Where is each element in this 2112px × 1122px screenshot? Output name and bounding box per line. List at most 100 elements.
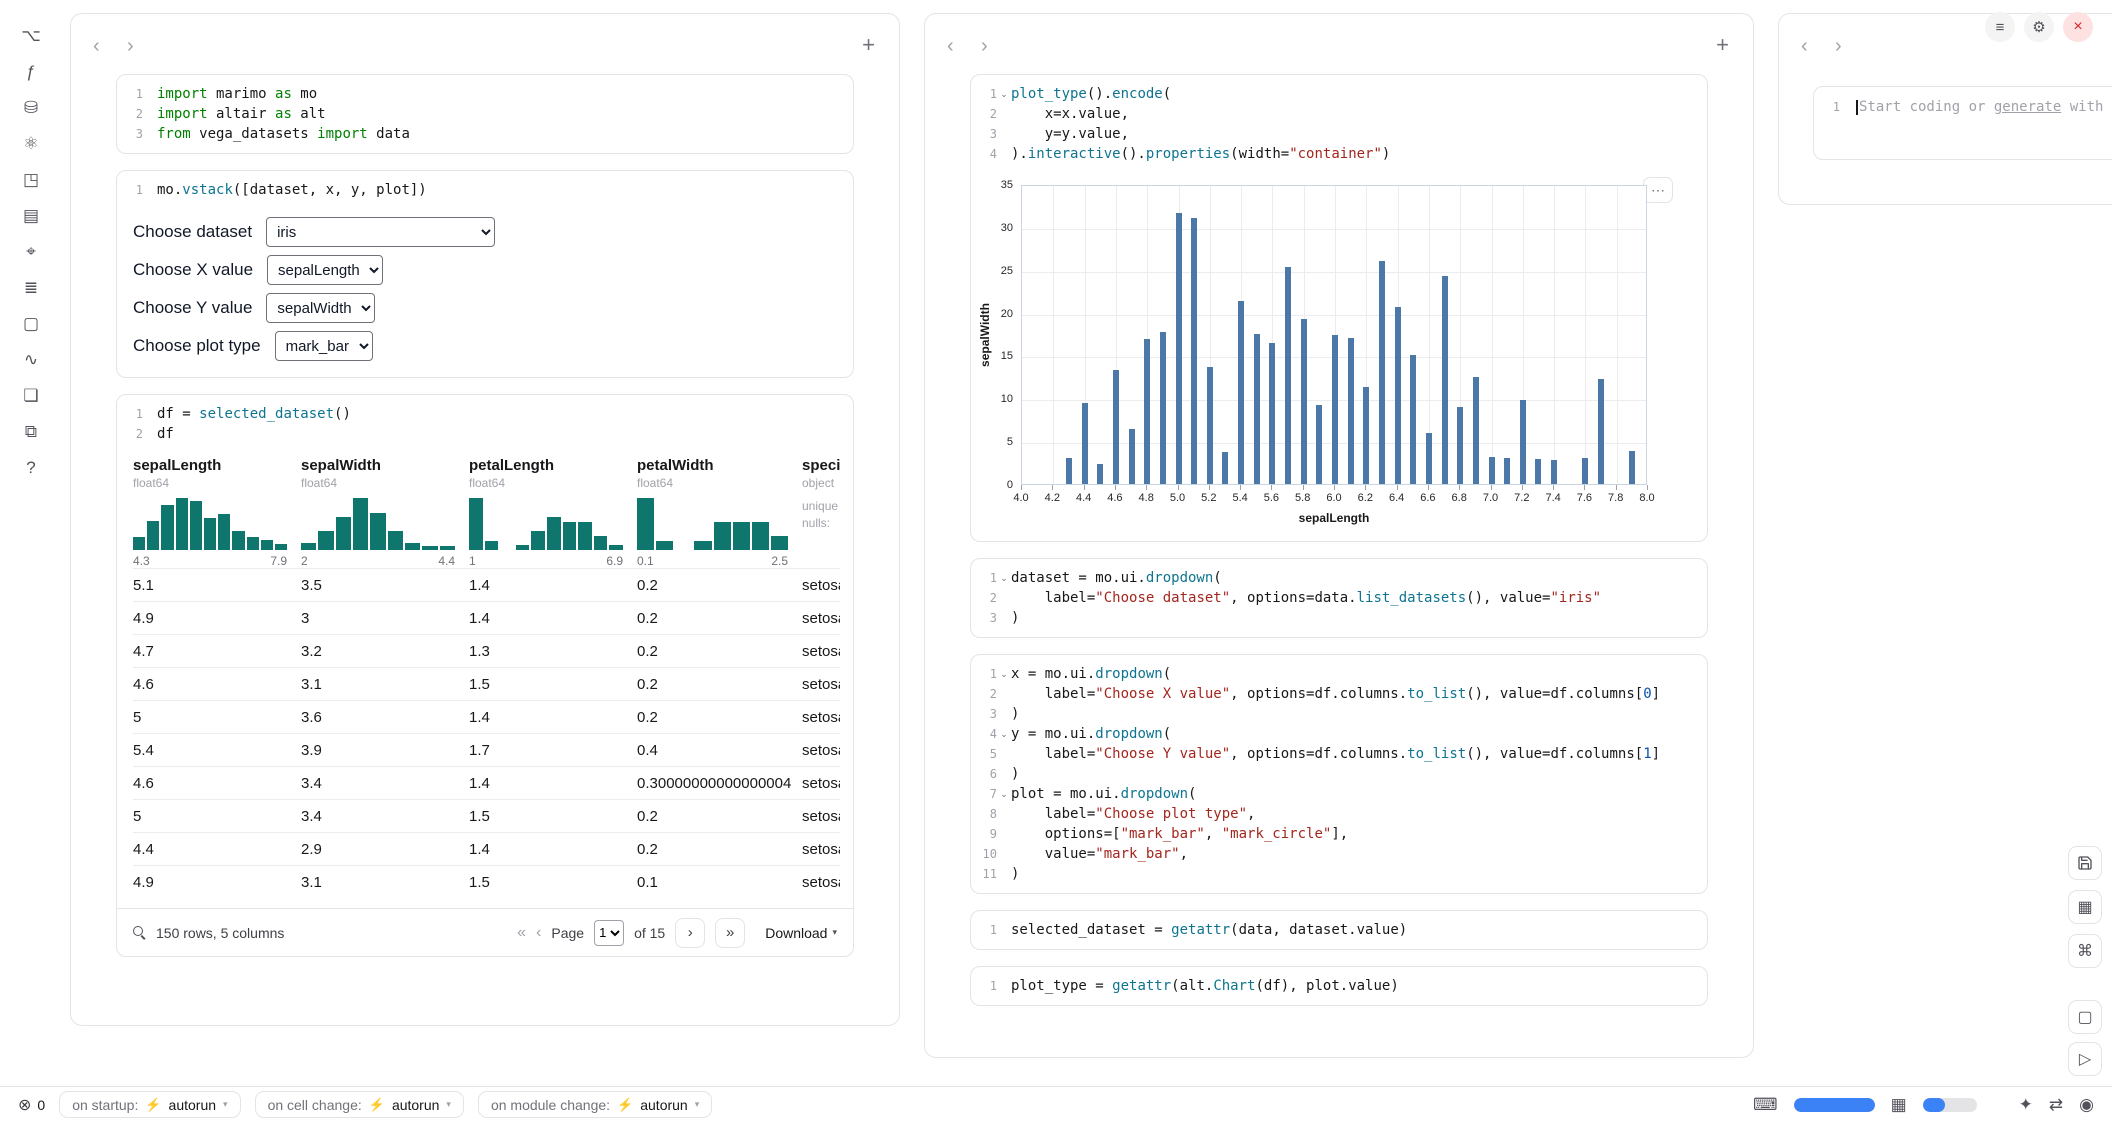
- close-icon: ×: [2073, 18, 2082, 36]
- table-row[interactable]: 4.931.40.2setosa: [133, 601, 840, 634]
- y-tick-label: 5: [971, 436, 1013, 448]
- x-tick-label: 6.6: [1420, 492, 1435, 504]
- outline-icon[interactable]: ≣: [19, 277, 43, 299]
- on-startup-chip[interactable]: on startup: ⚡ autorun ▾: [59, 1091, 240, 1118]
- code-editor[interactable]: 1import marimo as mo2import altair as al…: [117, 75, 853, 153]
- code-editor[interactable]: 1⌄x = mo.ui.dropdown(2 label="Choose X v…: [971, 655, 1707, 893]
- on-module-change-chip[interactable]: on module change: ⚡ autorun ▾: [478, 1091, 712, 1118]
- table-row[interactable]: 5.43.91.70.4setosa: [133, 733, 840, 766]
- first-page-button[interactable]: «: [517, 924, 526, 942]
- memory-chip-icon[interactable]: ▦: [1891, 1095, 1907, 1115]
- last-page-button[interactable]: »: [715, 918, 745, 948]
- x-tick-mark: [1303, 485, 1304, 490]
- datasources-icon[interactable]: ⛁: [19, 97, 43, 119]
- dropdown-select-choose-y-value[interactable]: sepalWidth: [266, 293, 375, 323]
- page-select[interactable]: 1: [594, 920, 624, 946]
- settings-button[interactable]: ⚙: [2024, 12, 2054, 42]
- chat-icon[interactable]: ❏: [19, 385, 43, 407]
- keyboard-icon[interactable]: ⌨: [1753, 1095, 1778, 1115]
- table-row[interactable]: 4.42.91.40.2setosa: [133, 832, 840, 865]
- next-page-button[interactable]: ›: [675, 918, 705, 948]
- error-count[interactable]: ⊗ 0: [18, 1095, 45, 1115]
- add-cell-button[interactable]: +: [1716, 34, 1729, 56]
- cell-dataset-dropdown[interactable]: 1⌄dataset = mo.ui.dropdown(2 label="Choo…: [970, 558, 1708, 638]
- table-row[interactable]: 4.63.11.50.2setosa: [133, 667, 840, 700]
- chevron-left-icon[interactable]: ‹: [947, 36, 954, 56]
- chart-menu-button[interactable]: ⋯: [1643, 177, 1673, 203]
- run-button[interactable]: ▷: [2068, 1042, 2102, 1076]
- fold-chevron-icon[interactable]: ⌄: [997, 789, 1011, 800]
- file-tree-icon[interactable]: ⌥: [19, 25, 43, 47]
- shutdown-button[interactable]: ×: [2063, 12, 2093, 42]
- prev-page-button[interactable]: ‹: [536, 924, 541, 942]
- cell-plot[interactable]: 1⌄plot_type().encode(2 x=x.value,3 y=y.v…: [970, 74, 1708, 542]
- cell-dataframe[interactable]: 1df = selected_dataset()2df sepalLengthf…: [116, 394, 854, 957]
- chevron-right-icon[interactable]: ›: [1835, 36, 1842, 56]
- code-editor[interactable]: 1df = selected_dataset()2df: [117, 395, 853, 453]
- fold-chevron-icon[interactable]: ⌄: [997, 729, 1011, 740]
- code-editor[interactable]: 1⌄plot_type().encode(2 x=x.value,3 y=y.v…: [971, 75, 1707, 173]
- cell-vstack[interactable]: 1mo.vstack([dataset, x, y, plot]) Choose…: [116, 170, 854, 378]
- search-icon[interactable]: [133, 926, 146, 939]
- help-icon[interactable]: ?: [19, 457, 43, 479]
- cell-plot-type[interactable]: 1plot_type = getattr(alt.Chart(df), plot…: [970, 966, 1708, 1006]
- download-button[interactable]: Download ▾: [765, 925, 837, 941]
- save-button[interactable]: [2068, 846, 2102, 880]
- table-cell: 0.2: [637, 676, 802, 693]
- tracing-icon[interactable]: ∿: [19, 349, 43, 371]
- cell-xy-plot-dropdowns[interactable]: 1⌄x = mo.ui.dropdown(2 label="Choose X v…: [970, 654, 1708, 894]
- ai-sparkle-icon[interactable]: ✦: [2019, 1095, 2033, 1115]
- code-editor[interactable]: 1mo.vstack([dataset, x, y, plot]): [117, 171, 853, 209]
- minimap-button[interactable]: ▢: [2068, 1000, 2102, 1034]
- documentation-icon[interactable]: ▢: [19, 313, 43, 335]
- chart-bar: [1551, 460, 1557, 484]
- table-row[interactable]: 5.13.51.40.2setosa: [133, 568, 840, 601]
- code-editor[interactable]: 1⌄dataset = mo.ui.dropdown(2 label="Choo…: [971, 559, 1707, 637]
- table-row[interactable]: 4.63.41.40.30000000000000004setosa: [133, 766, 840, 799]
- chart-bar: [1254, 334, 1260, 484]
- dropdown-select-choose-dataset[interactable]: iris: [266, 217, 495, 247]
- chevron-right-icon[interactable]: ›: [981, 36, 988, 56]
- power-icon[interactable]: ◉: [2079, 1095, 2094, 1115]
- fold-chevron-icon[interactable]: ⌄: [997, 669, 1011, 680]
- code-editor[interactable]: 1plot_type = getattr(alt.Chart(df), plot…: [971, 967, 1707, 1005]
- line-number: 3: [971, 707, 997, 721]
- generate-with-ai-link[interactable]: generate: [1994, 99, 2061, 115]
- chevron-right-icon[interactable]: ›: [127, 36, 134, 56]
- fold-chevron-icon[interactable]: ⌄: [997, 89, 1011, 100]
- add-cell-button[interactable]: +: [862, 34, 875, 56]
- dropdown-select-choose-plot-type[interactable]: mark_bar: [275, 331, 373, 361]
- on-cell-change-chip[interactable]: on cell change: ⚡ autorun ▾: [255, 1091, 464, 1118]
- layers-icon[interactable]: ▤: [19, 205, 43, 227]
- snippets-icon[interactable]: ⧉: [19, 421, 43, 443]
- runtime-icon[interactable]: ⌖: [19, 241, 43, 263]
- column-histogram: [637, 498, 788, 550]
- cell-selected-dataset[interactable]: 1selected_dataset = getattr(data, datase…: [970, 910, 1708, 950]
- histogram-bar: [440, 546, 455, 550]
- cell-imports[interactable]: 1import marimo as mo2import altair as al…: [116, 74, 854, 154]
- chevron-left-icon[interactable]: ‹: [93, 36, 100, 56]
- code-text: y=y.value,: [1011, 126, 1129, 142]
- table-cell: 4.6: [133, 775, 301, 792]
- table-row[interactable]: 4.93.11.50.1setosa: [133, 865, 840, 898]
- table-cell: 0.2: [637, 808, 802, 825]
- chevron-left-icon[interactable]: ‹: [1801, 36, 1808, 56]
- variables-icon[interactable]: ⚛: [19, 133, 43, 155]
- command-palette-button[interactable]: ⌘: [2068, 934, 2102, 968]
- table-row[interactable]: 4.73.21.30.2setosa: [133, 634, 840, 667]
- layout-button[interactable]: ▦: [2068, 890, 2102, 924]
- swap-icon[interactable]: ⇄: [2049, 1095, 2063, 1115]
- table-row[interactable]: 53.61.40.2setosa: [133, 700, 840, 733]
- packages-icon[interactable]: ◳: [19, 169, 43, 191]
- table-row[interactable]: 53.41.50.2setosa: [133, 799, 840, 832]
- functions-icon[interactable]: ƒ: [19, 61, 43, 83]
- code-editor[interactable]: 1selected_dataset = getattr(data, datase…: [971, 911, 1707, 949]
- code-text: x=x.value,: [1011, 106, 1129, 122]
- cell-new-empty[interactable]: 1 Start coding or generate with AI: [1813, 86, 2112, 160]
- fold-chevron-icon[interactable]: ⌄: [997, 573, 1011, 584]
- chevron-down-icon: ▾: [695, 1099, 700, 1110]
- line-number: 1: [971, 667, 997, 681]
- histogram-bar: [336, 517, 351, 550]
- menu-button[interactable]: ≡: [1985, 12, 2015, 42]
- dropdown-select-choose-x-value[interactable]: sepalLength: [267, 255, 383, 285]
